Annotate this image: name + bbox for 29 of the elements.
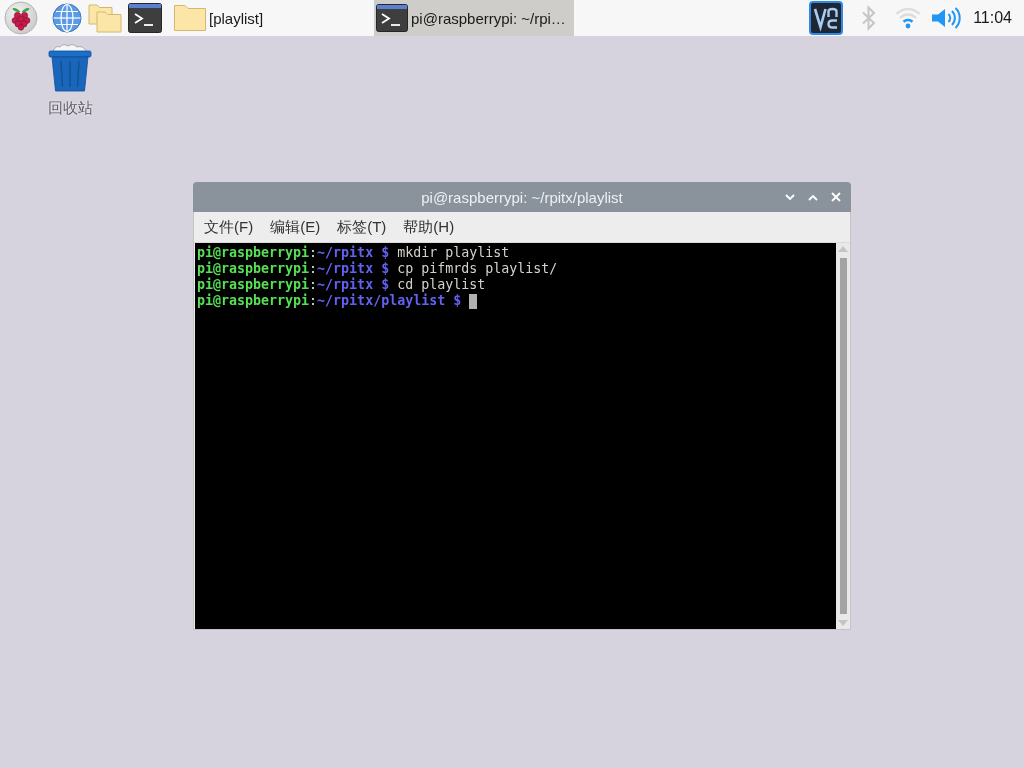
wifi-icon[interactable] <box>895 6 922 30</box>
menu-item[interactable]: 标签(T) <box>337 217 387 237</box>
menu-item[interactable]: 帮助(H) <box>403 217 455 237</box>
taskbar-button[interactable]: [playlist] <box>172 0 372 36</box>
scrollbar[interactable] <box>836 243 850 629</box>
terminal-line: pi@raspberrypi:~/rpitx $ mkdir playlist <box>197 245 510 261</box>
menu-item[interactable]: 文件(F) <box>204 217 254 237</box>
taskbar-button[interactable]: pi@raspberrypi: ~/rpi… <box>374 0 574 36</box>
desktop-icon-label[interactable]: 回收站 <box>47 99 93 118</box>
menu-item[interactable]: 编辑(E) <box>270 217 321 237</box>
terminal-line: pi@raspberrypi:~/rpitx $ cd playlist <box>197 277 486 293</box>
folders-icon[interactable] <box>88 3 122 33</box>
folder-icon <box>174 5 206 31</box>
globe-icon[interactable] <box>52 3 82 33</box>
chevron-down-icon <box>784 193 795 201</box>
terminal-line: pi@raspberrypi:~/rpitx $ cp pifmrds playlist/ <box>197 261 558 277</box>
volume-icon[interactable] <box>931 6 962 30</box>
terminal-line: pi@raspberrypi:~/rpitx/playlist $ <box>197 293 463 309</box>
scrollbar-thumb[interactable] <box>839 258 847 614</box>
logo-tile-icon[interactable] <box>809 1 844 35</box>
terminal-icon[interactable] <box>128 3 162 33</box>
terminal-icon <box>376 4 408 32</box>
chevron-up-icon <box>807 193 818 201</box>
trash-bin-icon[interactable] <box>47 43 93 93</box>
bluetooth-icon[interactable] <box>861 5 878 31</box>
raspberry-icon[interactable] <box>4 1 38 35</box>
window-title: pi@raspberrypi: ~/rpitx/playlist <box>421 188 623 206</box>
close-icon <box>830 192 841 202</box>
clock[interactable]: 11:04 <box>973 9 1012 27</box>
